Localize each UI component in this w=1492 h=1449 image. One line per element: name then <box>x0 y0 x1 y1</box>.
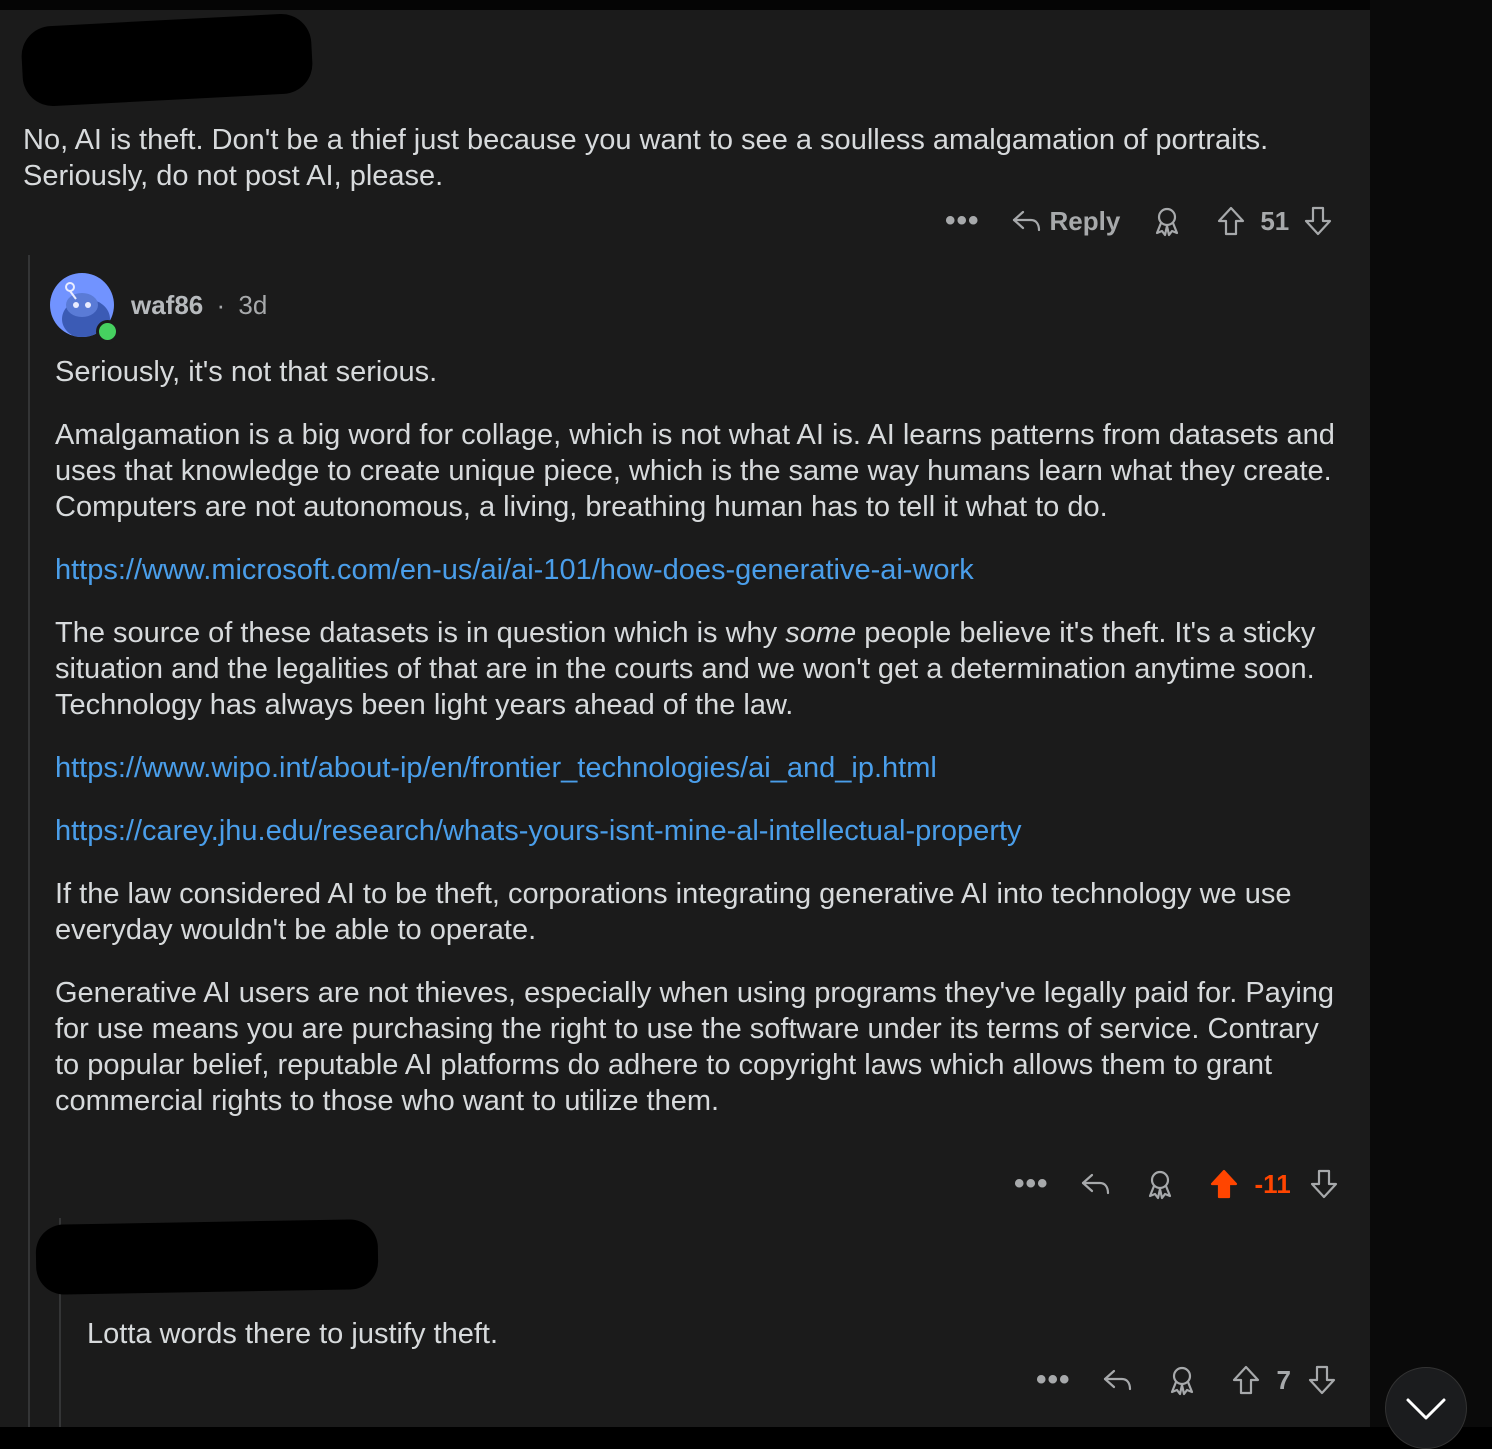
redacted-author-1 <box>20 12 314 108</box>
online-status-indicator <box>96 320 119 343</box>
award-icon[interactable] <box>1150 204 1184 238</box>
reply-icon[interactable] <box>1079 1167 1113 1201</box>
more-options-button[interactable]: ••• <box>945 206 980 236</box>
top-bar <box>0 0 1370 10</box>
comment-text: No, AI is theft. Don't be a thief just b… <box>23 124 1269 192</box>
username-link[interactable]: waf86 <box>131 290 203 320</box>
meta-separator: · <box>216 290 226 320</box>
comment-paragraph-5: Generative AI users are not thieves, esp… <box>55 977 1335 1117</box>
redacted-author-3 <box>35 1219 379 1295</box>
downvote-icon[interactable] <box>1305 1363 1339 1397</box>
downvote-icon[interactable] <box>1301 204 1335 238</box>
scroll-down-button[interactable] <box>1385 1367 1467 1449</box>
thread-line-1[interactable] <box>28 255 30 1427</box>
reply-icon <box>1010 204 1044 238</box>
comment-actions-2: ••• -11 <box>1014 1166 1341 1202</box>
award-icon[interactable] <box>1143 1167 1177 1201</box>
comment-body-2: Seriously, it's not that serious. Amalga… <box>55 354 1345 1146</box>
p3-emphasis: some <box>785 617 857 649</box>
downvote-icon[interactable] <box>1307 1167 1341 1201</box>
comment-age[interactable]: 3d <box>238 290 267 320</box>
reply-button[interactable]: Reply <box>1010 204 1121 238</box>
upvote-icon[interactable] <box>1214 204 1248 238</box>
link-jhu[interactable]: https://carey.jhu.edu/research/whats-you… <box>55 813 1345 849</box>
vote-score: 51 <box>1260 205 1290 236</box>
reply-label: Reply <box>1049 205 1121 236</box>
comment-meta: waf86 · 3d <box>131 290 267 321</box>
comment-actions-1: ••• Reply 51 <box>945 203 1335 239</box>
reply-icon[interactable] <box>1101 1363 1135 1397</box>
comment-paragraph-1: Seriously, it's not that serious. <box>55 356 438 388</box>
vote-score: -11 <box>1254 1168 1291 1199</box>
more-options-button[interactable]: ••• <box>1014 1169 1049 1199</box>
more-options-button[interactable]: ••• <box>1036 1365 1071 1395</box>
link-wipo[interactable]: https://www.wipo.int/about-ip/en/frontie… <box>55 750 1345 786</box>
upvote-icon[interactable] <box>1229 1363 1263 1397</box>
p3-before: The source of these datasets is in quest… <box>55 617 786 649</box>
comment-paragraph-4: If the law considered AI to be theft, co… <box>55 878 1292 946</box>
award-icon[interactable] <box>1165 1363 1199 1397</box>
comment-paragraph-3: The source of these datasets is in quest… <box>55 615 1345 723</box>
comment-text: Lotta words there to justify theft. <box>87 1318 499 1350</box>
vote-score: 7 <box>1276 1364 1291 1395</box>
chevron-down-icon <box>1406 1398 1446 1420</box>
comment-actions-3: ••• 7 <box>1036 1362 1339 1398</box>
upvote-icon-active[interactable] <box>1207 1167 1241 1201</box>
right-gutter <box>1370 0 1492 1427</box>
comment-paragraph-2: Amalgamation is a big word for collage, … <box>55 419 1335 523</box>
link-microsoft[interactable]: https://www.microsoft.com/en-us/ai/ai-10… <box>55 552 1345 588</box>
